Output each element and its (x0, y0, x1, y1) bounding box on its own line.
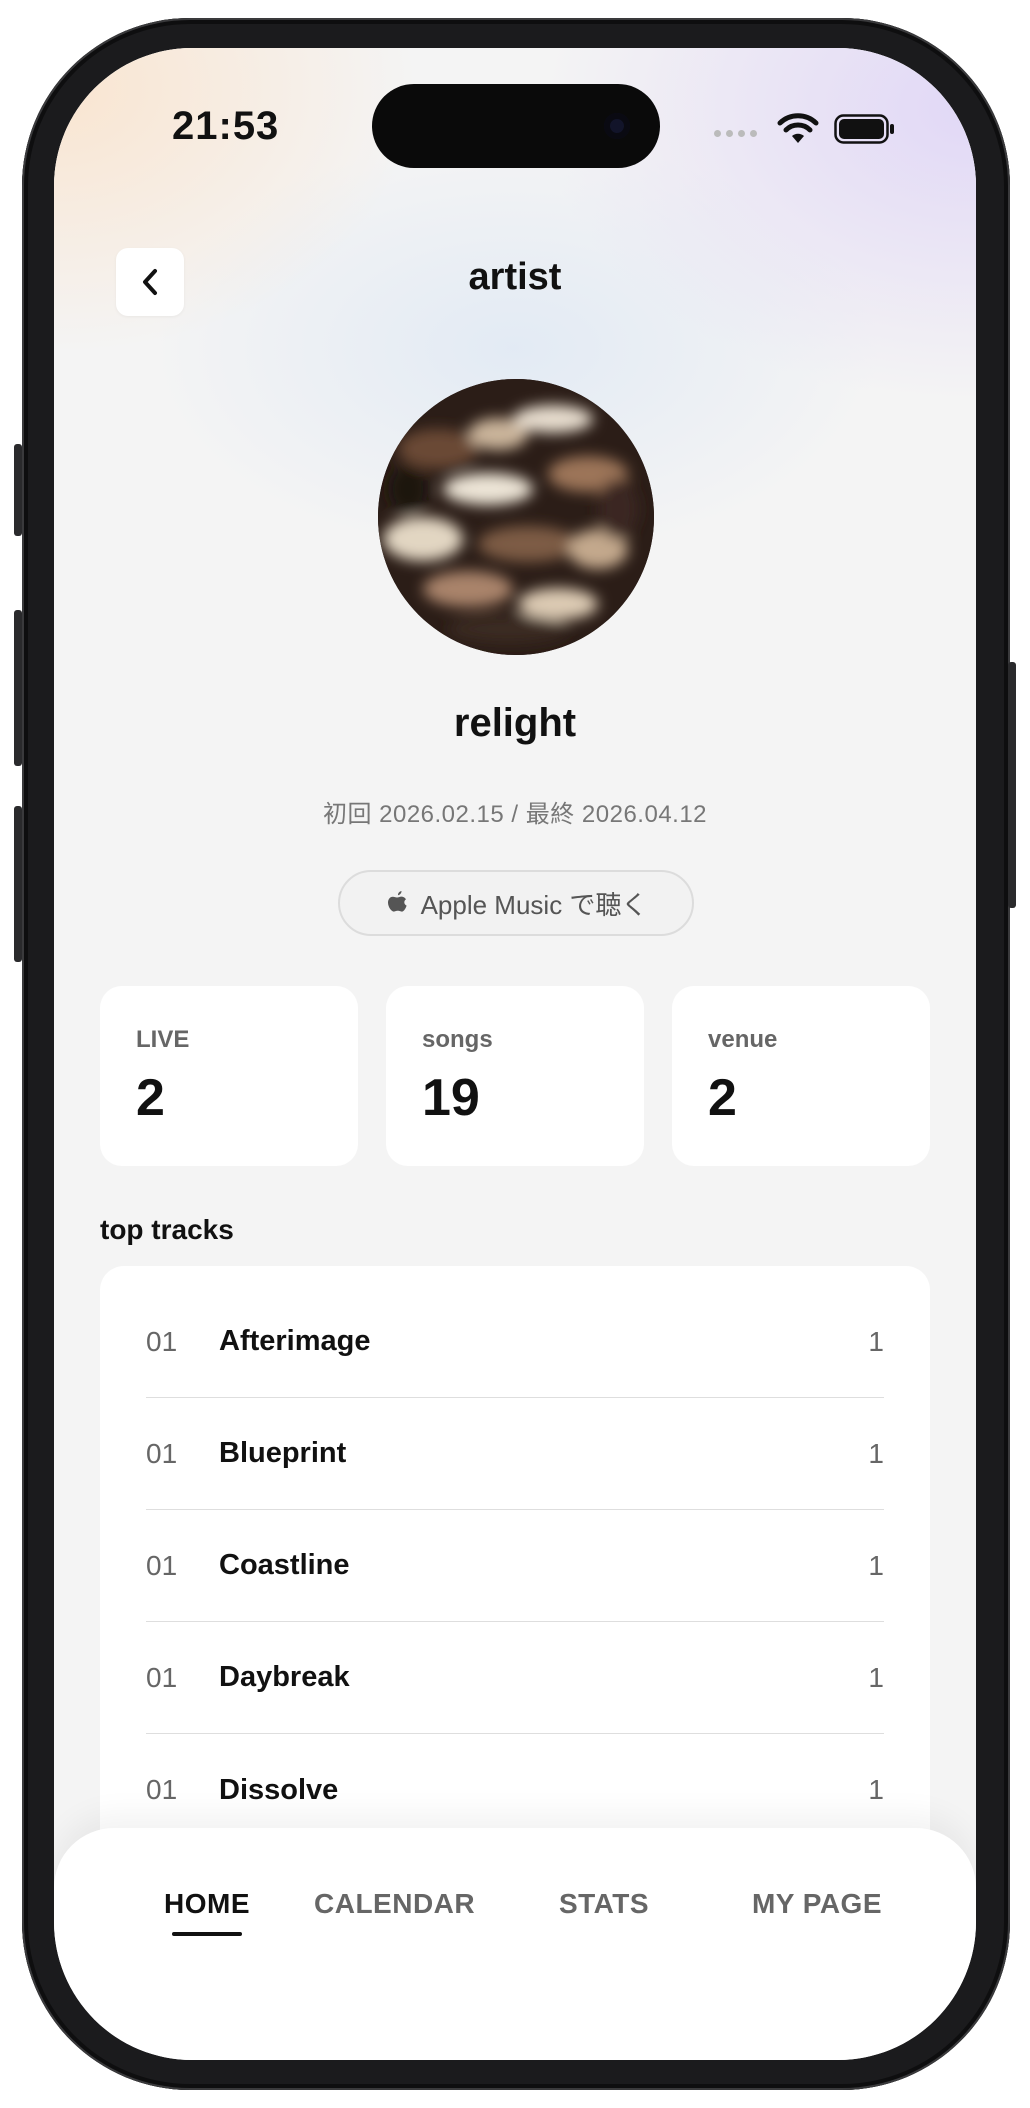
tab-stats[interactable]: STATS (554, 1888, 654, 1920)
track-rank: 01 (146, 1774, 178, 1805)
stat-card-songs: songs 19 (386, 986, 644, 1166)
camera-icon (604, 113, 630, 139)
stat-value: 2 (136, 1069, 165, 1127)
track-count: 1 (868, 1549, 884, 1581)
stat-value: 2 (708, 1069, 737, 1127)
tab-my-page[interactable]: MY PAGE (742, 1888, 892, 1920)
track-count: 1 (868, 1437, 884, 1469)
active-tab-indicator (172, 1932, 242, 1936)
tab-home[interactable]: HOME (162, 1888, 252, 1920)
dynamic-island (372, 84, 660, 168)
apple-music-label: Apple Music で聴く (420, 889, 648, 920)
track-rank: 01 (146, 1549, 178, 1581)
track-row[interactable]: 01 Afterimage 1 (146, 1286, 884, 1398)
track-row[interactable]: 01 Coastline 1 (146, 1510, 884, 1622)
stat-label: LIVE (136, 1026, 190, 1053)
tab-calendar[interactable]: CALENDAR (314, 1888, 475, 1920)
track-title: Blueprint (219, 1437, 347, 1469)
track-title: Coastline (219, 1549, 350, 1581)
stat-card-venue: venue 2 (672, 986, 930, 1166)
track-row[interactable]: 01 Blueprint 1 (146, 1398, 884, 1510)
track-title: Afterimage (219, 1325, 371, 1357)
track-count: 1 (868, 1774, 884, 1805)
track-rank: 01 (146, 1437, 178, 1469)
track-rank: 01 (146, 1661, 178, 1693)
stat-value: 19 (422, 1069, 480, 1127)
volume-down-button (14, 806, 22, 962)
action-button (14, 444, 22, 536)
apple-music-button[interactable]: Apple Music で聴く (338, 870, 694, 936)
volume-up-button (14, 610, 22, 766)
track-title: Dissolve (219, 1773, 339, 1806)
stat-card-live: LIVE 2 (100, 986, 358, 1166)
artist-avatar (378, 379, 654, 655)
track-rank: 01 (146, 1325, 178, 1357)
apple-logo-icon (387, 891, 407, 912)
cellular-signal-icon (714, 130, 757, 137)
power-button (1008, 662, 1016, 908)
stat-label: venue (708, 1026, 778, 1053)
status-time: 21:53 (172, 104, 280, 148)
track-row[interactable]: 01 Daybreak 1 (146, 1622, 884, 1734)
tab-bar: HOME CALENDAR STATS MY PAGE (54, 1828, 976, 2060)
app-screen: 21:53 artist relight 初回 2026.02.15 / 最終 … (54, 48, 976, 2060)
battery-icon (834, 114, 894, 144)
page-title: artist (468, 256, 562, 298)
track-count: 1 (868, 1325, 884, 1357)
artist-name: relight (453, 701, 577, 745)
wifi-icon (777, 113, 819, 143)
track-count: 1 (868, 1661, 884, 1693)
stat-label: songs (422, 1026, 493, 1053)
track-title: Daybreak (219, 1661, 350, 1693)
top-tracks-title: top tracks (100, 1214, 234, 1245)
top-tracks-list: 01 Afterimage 1 01 Blueprint 1 01 Coastl… (100, 1266, 930, 1886)
date-range: 初回 2026.02.15 / 最終 2026.04.12 (322, 801, 708, 828)
